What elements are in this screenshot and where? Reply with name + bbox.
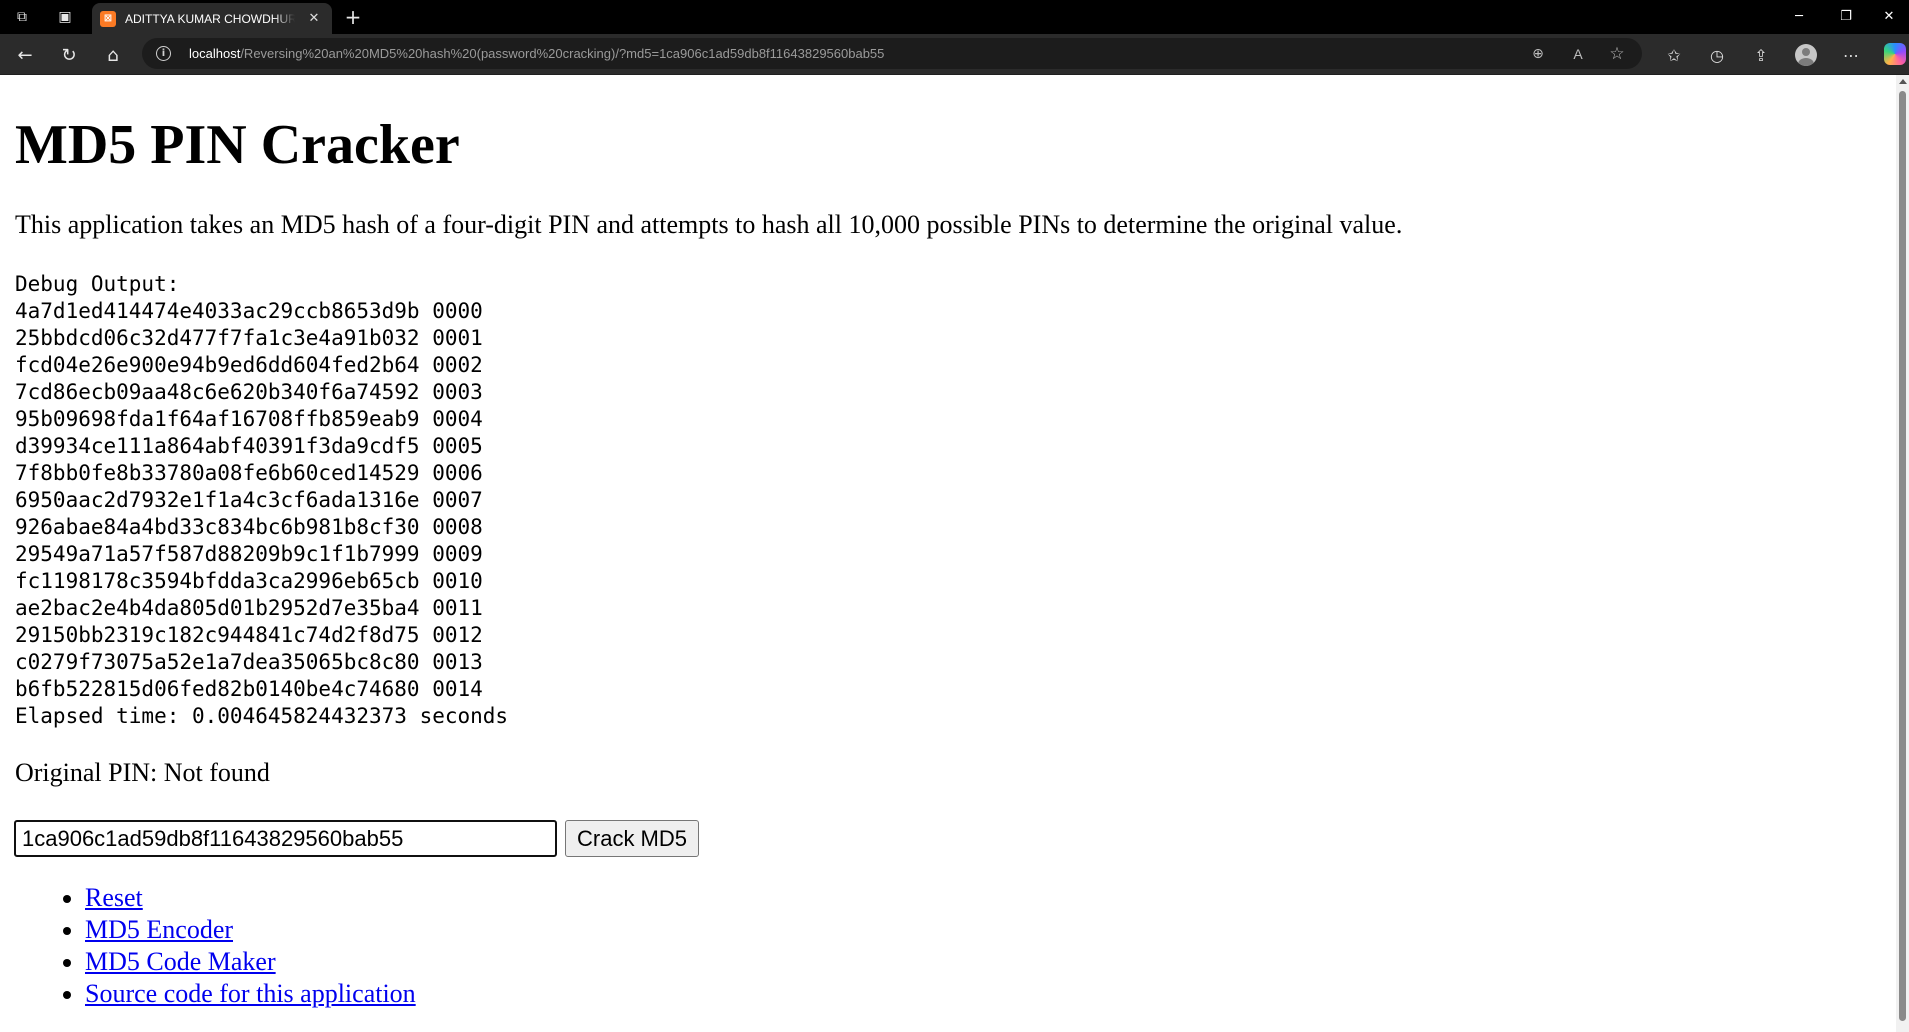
site-info-icon[interactable]: i — [156, 46, 171, 61]
page-scrollbar[interactable] — [1896, 75, 1909, 1032]
url-host: localhost — [189, 46, 241, 61]
tab-actions-icon[interactable]: ▣ — [55, 7, 75, 27]
list-item: MD5 Encoder — [85, 914, 416, 946]
crack-md5-button[interactable]: Crack MD5 — [565, 820, 700, 857]
scroll-up-arrow-icon[interactable] — [1899, 79, 1907, 84]
window-close-icon[interactable]: ✕ — [1869, 4, 1909, 28]
debug-line: fcd04e26e900e94b9ed6dd604fed2b64 0002 — [15, 353, 483, 377]
list-item: Reset — [85, 882, 416, 914]
debug-line: ae2bac2e4b4da805d01b2952d7e35ba4 0011 — [15, 596, 483, 620]
debug-output: Debug Output: 4a7d1ed414474e4033ac29ccb86… — [15, 271, 508, 730]
home-icon[interactable]: ⌂ — [100, 42, 126, 68]
md5-input[interactable] — [14, 820, 557, 857]
links-list: Reset MD5 Encoder MD5 Code Maker Source … — [15, 882, 416, 1010]
elapsed-time: Elapsed time: 0.004645824432373 seconds — [15, 704, 509, 728]
tab-active[interactable]: ⊠ ADITTYA KUMAR CHOWDHURY MD5 PIN Cracke… — [92, 3, 332, 34]
debug-line: 29549a71a57f587d88209b9c1f1b7999 0009 — [15, 542, 483, 566]
history-icon[interactable]: ◷ — [1704, 42, 1730, 68]
browser-toolbar: ← ↻ ⌂ i localhost/Reversing%20an%20MD5%2… — [0, 34, 1909, 74]
page-viewport: MD5 PIN Cracker This application takes a… — [0, 75, 1896, 1032]
url-path: /Reversing%20an%20MD5%20hash%20(password… — [240, 46, 885, 61]
md5-encoder-link[interactable]: MD5 Encoder — [85, 915, 233, 944]
debug-line: 6950aac2d7932e1f1a4c3cf6ada1316e 0007 — [15, 488, 483, 512]
close-tab-icon[interactable]: ✕ — [306, 10, 322, 26]
debug-line: 25bbdcd06c32d477f7fa1c3e4a91b032 0001 — [15, 326, 483, 350]
list-item: MD5 Code Maker — [85, 946, 416, 978]
debug-line: 4a7d1ed414474e4033ac29ccb8653d9b 0000 — [15, 299, 483, 323]
page-title: MD5 PIN Cracker — [15, 114, 460, 176]
list-item: Source code for this application — [85, 978, 416, 1010]
tab-strip: ⧉ ▣ ⊠ ADITTYA KUMAR CHOWDHURY MD5 PIN Cr… — [0, 0, 1909, 34]
debug-line: b6fb522815d06fed82b0140be4c74680 0014 — [15, 677, 483, 701]
debug-line: 95b09698fda1f64af16708ffb859eab9 0004 — [15, 407, 483, 431]
address-url[interactable]: localhost/Reversing%20an%20MD5%20hash%20… — [189, 46, 884, 61]
reload-icon[interactable]: ↻ — [56, 42, 82, 68]
debug-line: 7f8bb0fe8b33780a08fe6b60ced14529 0006 — [15, 461, 483, 485]
xampp-favicon-icon: ⊠ — [100, 10, 116, 27]
profile-avatar[interactable] — [1795, 44, 1817, 66]
intro-text: This application takes an MD5 hash of a … — [15, 210, 1403, 239]
original-pin-result: Original PIN: Not found — [15, 758, 270, 787]
source-code-link[interactable]: Source code for this application — [85, 979, 416, 1008]
favorites-icon[interactable]: ✩ — [1661, 42, 1687, 68]
copilot-icon[interactable] — [1884, 43, 1906, 65]
more-options-icon[interactable]: ⋯ — [1838, 42, 1864, 68]
debug-line: 926abae84a4bd33c834bc6b981b8cf30 0008 — [15, 515, 483, 539]
scrollbar-thumb[interactable] — [1899, 91, 1906, 1021]
md5-code-maker-link[interactable]: MD5 Code Maker — [85, 947, 276, 976]
zoom-icon[interactable]: ⊕ — [1527, 43, 1549, 65]
address-bar[interactable]: i localhost/Reversing%20an%20MD5%20hash%… — [142, 38, 1642, 69]
tab-title: ADITTYA KUMAR CHOWDHURY MD5 PIN Cracker — [125, 11, 295, 26]
debug-line: fc1198178c3594bfdda3ca2996eb65cb 0010 — [15, 569, 483, 593]
back-icon[interactable]: ← — [12, 42, 38, 68]
new-tab-icon[interactable]: + — [343, 5, 363, 29]
debug-label: Debug Output: — [15, 272, 180, 296]
share-icon[interactable]: ⇪ — [1748, 42, 1774, 68]
read-aloud-icon[interactable]: A — [1567, 43, 1589, 65]
reset-link[interactable]: Reset — [85, 883, 143, 912]
debug-line: d39934ce111a864abf40391f3da9cdf5 0005 — [15, 434, 483, 458]
favorite-star-icon[interactable]: ☆ — [1606, 43, 1628, 65]
debug-line: c0279f73075a52e1a7dea35065bc8c80 0013 — [15, 650, 483, 674]
restore-icon[interactable]: ❐ — [1826, 4, 1866, 28]
debug-line: 7cd86ecb09aa48c6e620b340f6a74592 0003 — [15, 380, 483, 404]
workspaces-icon[interactable]: ⧉ — [12, 7, 32, 27]
minimize-icon[interactable]: ─ — [1779, 4, 1819, 28]
debug-line: 29150bb2319c182c944841c74d2f8d75 0012 — [15, 623, 483, 647]
